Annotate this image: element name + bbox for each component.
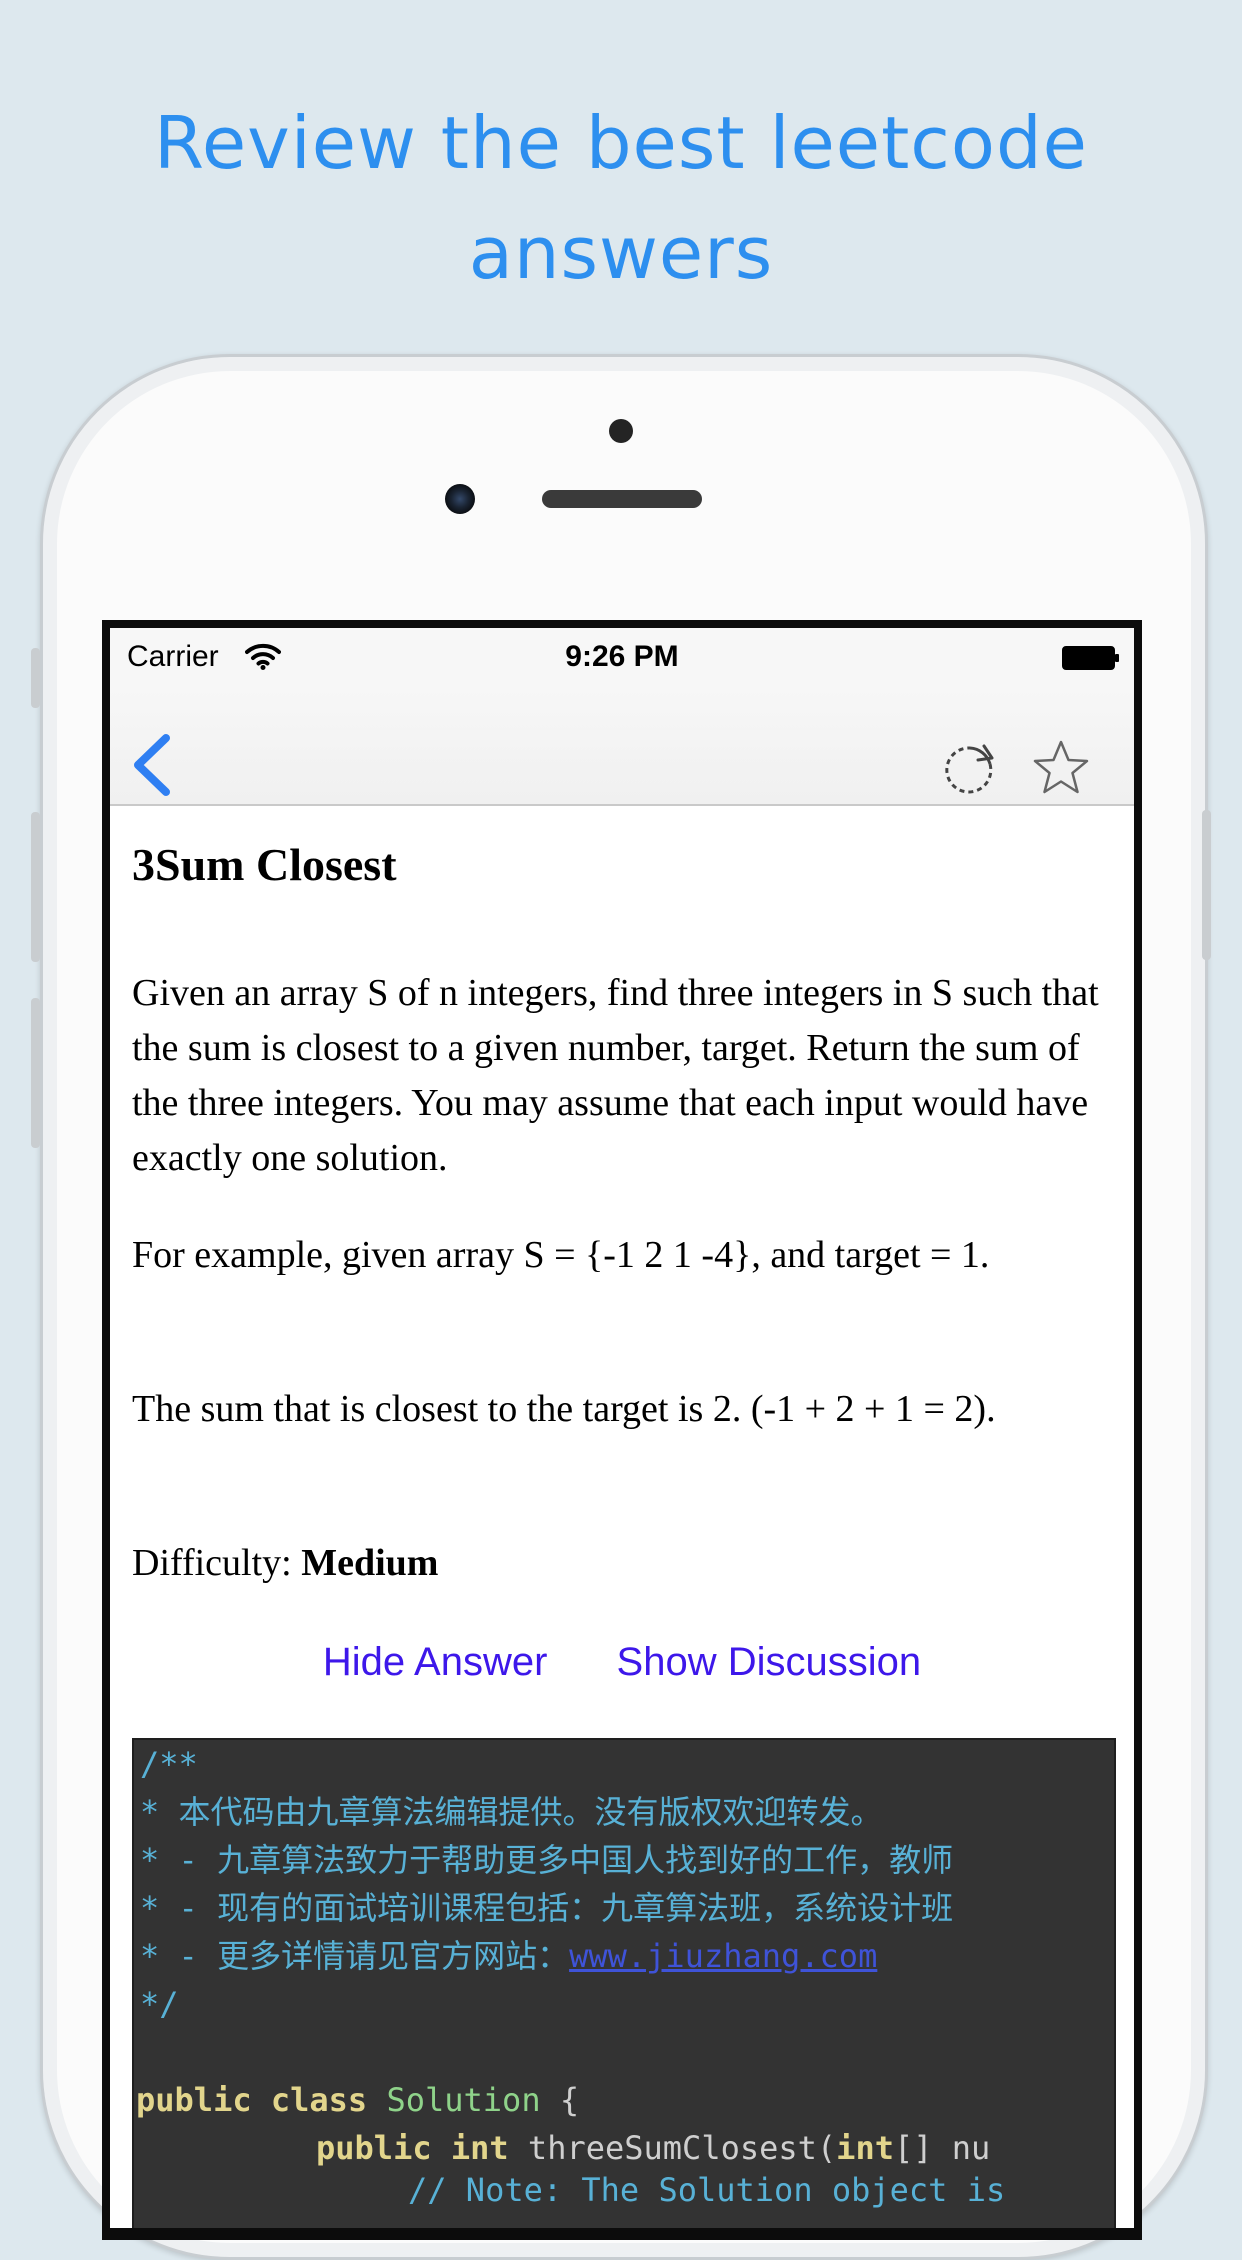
marketing-headline: Review the best leetcode answers [0,88,1242,308]
difficulty-row: Difficulty: Medium [132,1536,1122,1591]
hide-answer-link[interactable]: Hide Answer [323,1640,548,1684]
phone-power-button [1202,810,1211,960]
code-comment-line: * 本代码由九章算法编辑提供。没有版权欢迎转发。 [140,1793,883,1831]
headline-line-1: Review the best leetcode [154,101,1088,185]
app-screen: Carrier 9:26 PM 3Sum Closest Given an ar… [110,628,1134,2228]
code-comment-line: * - 九章算法致力于帮助更多中国人找到好的工作，教师 [140,1841,954,1879]
website-link[interactable]: www.jiuzhang.com [569,1937,877,1975]
code-keyword: public [136,2081,252,2119]
proximity-sensor [609,419,633,443]
code-keyword: class [270,2081,368,2119]
battery-icon [1062,646,1119,670]
code-comment-line: /** [140,1745,198,1783]
front-camera [445,484,475,514]
phone-mute-switch [31,648,40,708]
navigation-bar [110,688,1134,806]
phone-volume-down [31,998,40,1148]
code-method-name: threeSumClosest( [527,2129,837,2167]
favorite-star-button[interactable] [1031,738,1091,798]
code-comment-line: * - 现有的面试培训课程包括：九章算法班，系统设计班 [140,1889,954,1927]
phone-volume-up [31,812,40,962]
code-comment-line: // Note: The Solution object is [408,2171,1006,2209]
status-time: 9:26 PM [565,640,679,673]
headline-line-2: answers [468,211,774,295]
difficulty-label: Difficulty: [132,1542,292,1584]
code-brace: { [559,2081,580,2119]
problem-description: Given an array S of n integers, find thr… [132,972,1099,1179]
code-method-line: public int threeSumClosest(int[] nu [316,2124,990,2172]
back-button[interactable] [128,732,178,798]
code-comment-line: * - 更多详情请见官方网站：www.jiuzhang.com [140,1932,877,1980]
problem-title: 3Sum Closest [132,839,397,890]
difficulty-value: Medium [301,1542,439,1584]
code-params: [] nu [893,2129,991,2167]
code-keyword: int [450,2129,509,2167]
status-bar: Carrier 9:26 PM [110,628,1134,688]
earpiece-speaker [542,490,702,508]
code-answer-block[interactable]: /** * 本代码由九章算法编辑提供。没有版权欢迎转发。 * - 九章算法致力于… [132,1738,1116,2228]
code-keyword: public [316,2129,432,2167]
code-class-name: Solution [386,2081,541,2119]
code-class-line: public class Solution { [136,2076,579,2124]
problem-explanation: The sum that is closest to the target is… [132,1388,996,1430]
answer-actions: Hide Answer Show Discussion [132,1640,1112,1685]
code-keyword: int [836,2129,894,2167]
code-comment-line: */ [140,1985,179,2023]
problem-example: For example, given array S = {-1 2 1 -4}… [132,1234,990,1276]
show-discussion-link[interactable]: Show Discussion [617,1640,922,1684]
code-comment-prefix: * - 更多详情请见官方网站： [140,1937,570,1975]
refresh-button[interactable] [940,740,1000,800]
